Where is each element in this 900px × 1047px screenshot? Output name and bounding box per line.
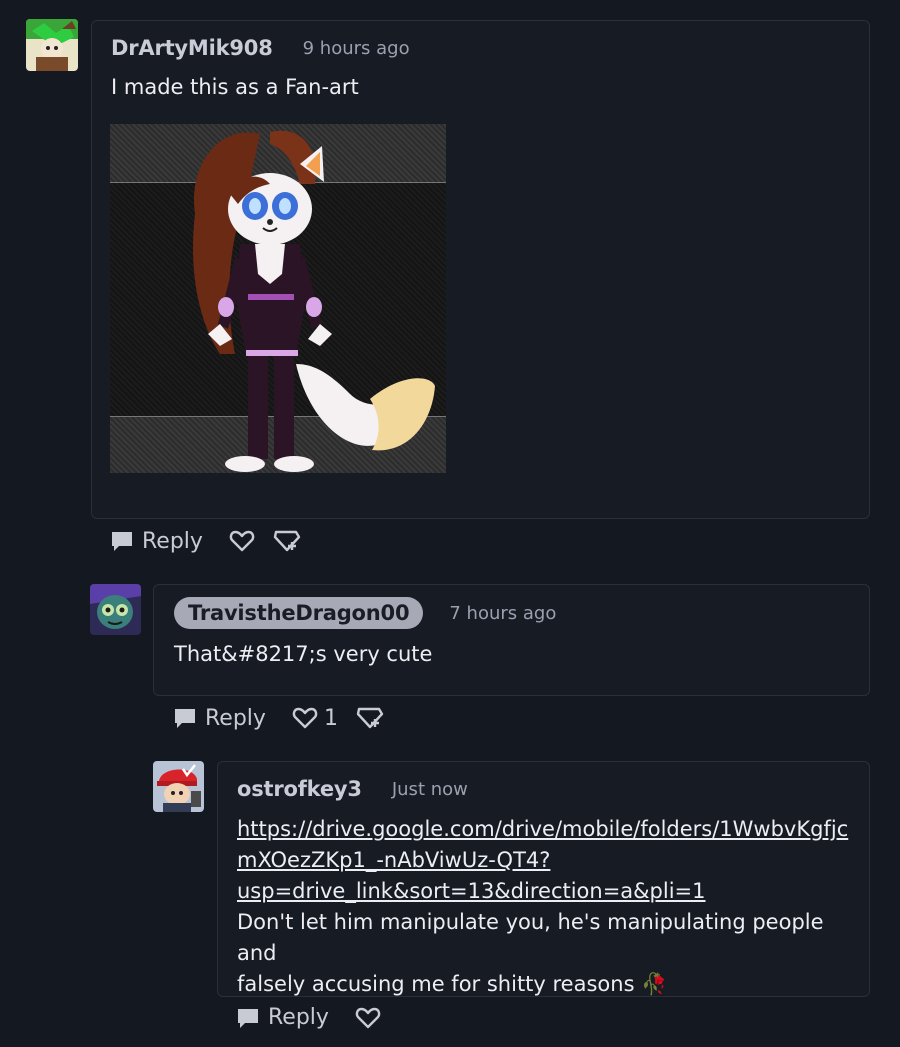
reply-label: Reply — [142, 528, 203, 554]
like-button[interactable]: 1 — [292, 706, 338, 731]
comment-text-line: Don't let him manipulate you, he's manip… — [237, 910, 824, 965]
like-button[interactable] — [229, 529, 255, 553]
link-line: https://drive.google.com/drive/mobile/fo… — [237, 817, 849, 841]
award-icon — [356, 707, 384, 729]
drive-link[interactable]: https://drive.google.com/drive/mobile/fo… — [237, 817, 848, 903]
comment-header: ostrofkey3 Just now — [237, 777, 468, 801]
comment-text: I made this as a Fan-art — [111, 75, 359, 99]
reply-button[interactable]: Reply — [236, 1005, 329, 1030]
avatar[interactable] — [153, 761, 204, 812]
avatar[interactable] — [26, 19, 78, 71]
fan-art-image[interactable] — [110, 124, 446, 473]
award-button[interactable] — [356, 705, 384, 731]
link-line: usp=drive_link&sort=13&direction=a&pli=1 — [237, 879, 706, 903]
wilted-rose-emoji: 🥀 — [641, 972, 668, 996]
speech-bubble-icon — [175, 709, 195, 728]
author-name[interactable]: DrArtyMik908 — [111, 36, 273, 60]
reply-label: Reply — [205, 705, 266, 731]
like-count: 1 — [323, 705, 338, 731]
reply-button[interactable]: Reply — [173, 706, 266, 731]
comment-actions: Reply 1 — [173, 705, 402, 731]
speech-bubble-icon — [112, 532, 132, 551]
comment-header: DrArtyMik908 9 hours ago — [111, 36, 410, 60]
reply-label: Reply — [268, 1005, 329, 1030]
comment-actions: Reply — [236, 1005, 399, 1030]
award-icon — [273, 530, 301, 552]
timestamp: Just now — [391, 778, 468, 800]
reply-button[interactable]: Reply — [110, 529, 203, 554]
award-button[interactable] — [273, 528, 301, 554]
author-name[interactable]: ostrofkey3 — [237, 777, 362, 801]
comment-actions: Reply — [110, 528, 319, 554]
timestamp: 9 hours ago — [302, 37, 410, 59]
heart-icon — [355, 1007, 381, 1028]
comment-text: That&#8217;s very cute — [174, 642, 433, 666]
heart-icon — [229, 530, 255, 552]
speech-bubble-icon — [238, 1008, 258, 1028]
like-button[interactable] — [355, 1006, 381, 1030]
comment-thread: DrArtyMik908 9 hours ago I made this as … — [0, 0, 900, 1047]
comment-body: https://drive.google.com/drive/mobile/fo… — [237, 814, 857, 1000]
avatar[interactable] — [90, 584, 141, 635]
comment-text-line: falsely accusing me for shitty reasons — [237, 972, 635, 996]
link-line: mXOezZKp1_-nAbViwUz-QT4? — [237, 848, 551, 872]
author-name-highlighted[interactable]: TravistheDragon00 — [174, 597, 424, 629]
heart-icon — [292, 707, 318, 729]
comment-header: TravistheDragon00 7 hours ago — [174, 597, 556, 629]
timestamp: 7 hours ago — [449, 602, 557, 624]
